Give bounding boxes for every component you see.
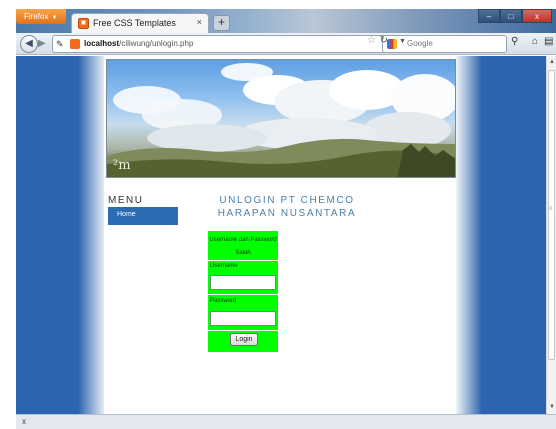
divider [208,260,278,261]
bookmark-star-icon[interactable]: ☆ [367,35,376,46]
url-text[interactable]: localhost/ciliwung/unlogin.php [84,39,193,48]
reload-icon[interactable]: ↻ [380,35,388,46]
menu-item-home[interactable]: Home [108,207,178,225]
divider [208,294,278,295]
firefox-menu-label: Firefox [24,12,49,21]
url-path: /ciliwung/unlogin.php [119,39,194,48]
maximize-button[interactable]: □ [500,9,522,23]
url-host: localhost [84,39,120,48]
back-arrow-icon[interactable]: ◀ [20,35,38,53]
header-banner-image: ²m [106,59,456,178]
tab-label: Free CSS Templates [93,18,176,28]
addon-icon[interactable]: ▤ [544,36,554,50]
login-form: Username dan Password Salah Username Pas… [208,231,278,352]
search-placeholder: Google [407,39,433,48]
search-icon[interactable]: ⚲ [511,36,525,51]
username-label: Username [210,263,238,269]
new-tab-button[interactable]: + [213,15,230,31]
identity-icon[interactable]: ✎ [56,38,67,50]
navigation-toolbar: ◀ ▶ ✎ localhost/ciliwung/unlogin.php ▼ G… [16,33,556,55]
page-shadow-left [78,56,108,414]
close-tab-icon[interactable]: × [197,17,202,27]
login-button[interactable]: Login [230,333,258,346]
clouds-landscape-illustration [107,63,455,177]
username-field[interactable] [210,275,276,290]
status-bar: x [16,414,556,429]
tab-free-css-templates[interactable]: ▣ Free CSS Templates × [71,13,209,33]
firefox-menu-button[interactable]: Firefox ▼ [16,9,66,24]
home-icon[interactable]: ⌂ [528,36,542,51]
scrollbar-thumb[interactable] [548,70,555,360]
page-heading: UNLOGIN PT CHEMCO HARAPAN NUSANTARA [217,195,357,219]
close-window-button[interactable]: x [522,9,552,23]
page-favicon: ▣ [78,18,89,29]
menu-title: MENU [108,195,144,206]
browser-window: Firefox ▼ ▣ Free CSS Templates × + – □ x … [0,0,556,429]
page-favicon [70,39,80,49]
page-viewport: ²m MENU Home UNLOGIN PT CHEMCO HARAPAN N… [16,56,546,414]
menu-item-label: Home [117,211,136,218]
scroll-down-icon[interactable]: ▼ [549,404,555,410]
error-message: Username dan Password Salah [209,237,277,256]
page-shadow-right [454,56,482,414]
chevron-down-icon: ▼ [51,15,58,21]
minimize-button[interactable]: – [478,9,500,23]
window-controls: – □ x [478,9,552,23]
search-bar[interactable]: ▼ Google [382,35,507,53]
title-bar: Firefox ▼ ▣ Free CSS Templates × + – □ x [16,9,556,33]
scroll-up-icon[interactable]: ▲ [549,59,555,65]
site-logo: ²m [113,158,131,173]
chevron-down-icon[interactable]: ▼ [399,38,406,45]
vertical-scrollbar[interactable]: ▲ ≡ ▼ [546,56,556,414]
google-icon[interactable] [387,39,397,49]
scrollbar-grip-icon: ≡ [549,206,553,212]
forward-arrow-icon[interactable]: ▶ [38,38,46,49]
close-icon[interactable]: x [22,417,26,426]
password-label: Password [210,298,237,304]
divider [208,330,278,331]
password-field[interactable] [210,311,276,326]
